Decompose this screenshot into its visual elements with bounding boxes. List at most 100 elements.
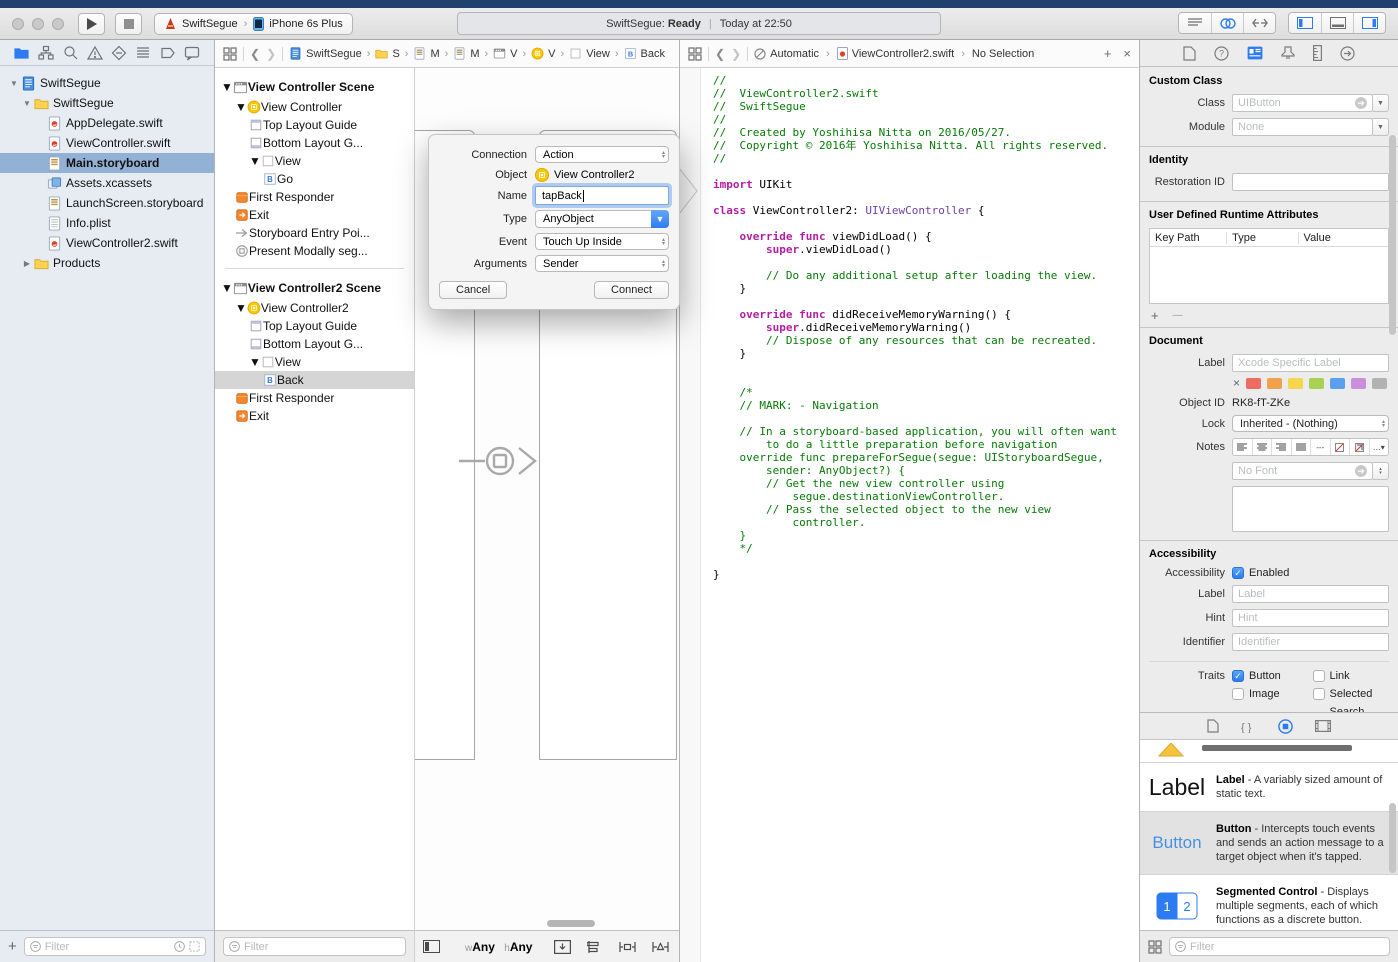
symbol-navigator-tab-icon[interactable] xyxy=(38,45,54,61)
align-left-button[interactable] xyxy=(1233,439,1252,455)
outline-row-view-controller2[interactable]: ▼View Controller2 xyxy=(215,299,414,317)
standard-editor-button[interactable] xyxy=(1179,13,1211,33)
color-swatch[interactable] xyxy=(1267,378,1282,389)
embed-in-stack-icon[interactable] xyxy=(554,940,571,954)
recent-files-icon[interactable] xyxy=(174,941,185,952)
module-dropdown-button[interactable]: ▼ xyxy=(1373,118,1389,136)
disclosure-triangle-icon[interactable]: ▼ xyxy=(221,80,233,94)
back-button[interactable]: ❮ xyxy=(250,47,260,61)
a11y-label-field[interactable]: Label xyxy=(1232,585,1389,603)
align-icon[interactable] xyxy=(587,940,603,954)
checkbox[interactable] xyxy=(1313,688,1325,700)
udra-remove-button[interactable]: — xyxy=(1173,310,1183,321)
pin-icon[interactable] xyxy=(619,940,636,954)
breadcrumb-item[interactable]: SwiftSegue xyxy=(289,47,362,60)
a11y-hint-field[interactable]: Hint xyxy=(1232,609,1389,627)
outline-row-bottom-layout-g-[interactable]: Bottom Layout G... xyxy=(215,134,414,152)
view-as-icon[interactable] xyxy=(423,940,440,953)
checkbox[interactable] xyxy=(1232,688,1244,700)
toggle-navigator-button[interactable] xyxy=(1289,13,1321,33)
breadcrumb-item[interactable]: View xyxy=(569,47,610,60)
size-inspector-tab-icon[interactable] xyxy=(1313,45,1322,61)
file-row-main-storyboard[interactable]: Main.storyboard xyxy=(0,153,214,173)
file-row-launchscreen-storyboard[interactable]: LaunchScreen.storyboard xyxy=(0,193,214,213)
file-row-assets-xcassets[interactable]: Assets.xcassets xyxy=(0,173,214,193)
report-navigator-tab-icon[interactable] xyxy=(184,45,200,61)
breadcrumb-item[interactable]: V xyxy=(493,47,517,60)
segue-arrow-icon[interactable] xyxy=(459,446,541,476)
checkbox[interactable] xyxy=(1313,670,1325,682)
accessibility-enabled-checkbox[interactable]: ✓ xyxy=(1232,567,1244,579)
version-editor-button[interactable] xyxy=(1243,13,1275,33)
color-swatch[interactable] xyxy=(1372,378,1387,389)
file-row-viewcontroller2-swift[interactable]: ViewController2.swift xyxy=(0,233,214,253)
breadcrumb-selection[interactable]: No Selection xyxy=(972,48,1034,60)
udra-table[interactable]: Key PathTypeValue xyxy=(1149,228,1389,304)
more-formats-button[interactable]: …▾ xyxy=(1369,439,1389,455)
spacing-button[interactable]: --- xyxy=(1310,439,1330,455)
library-scrollbar[interactable] xyxy=(1389,803,1396,873)
library-filter-field[interactable]: Filter xyxy=(1169,937,1390,956)
add-file-button[interactable]: + xyxy=(8,938,17,955)
zoom-window-button[interactable] xyxy=(52,18,64,30)
disclosure-triangle-icon[interactable]: ▼ xyxy=(249,355,261,369)
add-assistant-button[interactable]: + xyxy=(1104,46,1112,61)
module-field[interactable]: None xyxy=(1232,118,1373,136)
color-swatch[interactable] xyxy=(1309,378,1324,389)
outline-row-view[interactable]: ▼View xyxy=(215,353,414,371)
related-items-icon[interactable] xyxy=(223,47,237,61)
project-navigator-tab-icon[interactable] xyxy=(14,45,30,61)
quick-help-tab-icon[interactable]: ? xyxy=(1214,46,1229,61)
test-navigator-tab-icon[interactable] xyxy=(111,45,127,61)
color-swatch[interactable] xyxy=(1246,378,1261,389)
breadcrumb-item[interactable]: S xyxy=(375,47,399,60)
inspector-scrollbar[interactable] xyxy=(1389,135,1396,335)
file-inspector-tab-icon[interactable] xyxy=(1183,46,1196,61)
forward-button[interactable]: ❯ xyxy=(731,47,741,61)
type-combo[interactable]: AnyObject ▼ xyxy=(535,210,669,228)
color-swatch[interactable] xyxy=(1288,378,1303,389)
attributes-inspector-tab-icon[interactable] xyxy=(1281,46,1295,61)
outline-filter-field[interactable]: Filter xyxy=(223,937,406,956)
clear-color-button[interactable]: × xyxy=(1233,376,1240,390)
file-row-products[interactable]: ▶Products xyxy=(0,253,214,273)
outline-row-present-modally-seg-[interactable]: Present Modally seg... xyxy=(215,242,414,260)
horizontal-scrollbar[interactable] xyxy=(547,920,595,927)
file-template-library-tab-icon[interactable] xyxy=(1207,719,1219,733)
connect-button[interactable]: Connect xyxy=(594,281,669,299)
outline-row-back[interactable]: BBack xyxy=(215,371,414,389)
notes-text-area[interactable] xyxy=(1232,486,1389,532)
outline-row-top-layout-guide[interactable]: Top Layout Guide xyxy=(215,317,414,335)
library-item-button[interactable]: ButtonButton - Intercepts touch events a… xyxy=(1140,812,1398,875)
navigator-filter-field[interactable]: Filter xyxy=(24,937,206,956)
library-item-segmented-control[interactable]: 12Segmented Control - Displays multiple … xyxy=(1140,875,1398,930)
minimize-window-button[interactable] xyxy=(32,18,44,30)
back-button[interactable]: ❮ xyxy=(715,47,725,61)
disclosure-triangle-icon[interactable]: ▶ xyxy=(21,259,33,268)
outline-row-first-responder[interactable]: First Responder xyxy=(215,389,414,407)
library-item-partial[interactable] xyxy=(1140,741,1398,763)
outline-row-storyboard-entry-poi-[interactable]: Storyboard Entry Poi... xyxy=(215,224,414,242)
run-button[interactable] xyxy=(78,13,105,35)
find-navigator-tab-icon[interactable] xyxy=(63,45,79,61)
resolve-issues-icon[interactable] xyxy=(652,940,669,954)
toggle-inspector-button[interactable] xyxy=(1353,13,1385,33)
scheme-selector[interactable]: SwiftSegue › iPhone 6s Plus xyxy=(154,13,353,35)
disclosure-triangle-icon[interactable]: ▼ xyxy=(21,99,33,108)
breadcrumb-context[interactable]: Automatic xyxy=(754,48,819,60)
outline-row-view-controller2-scene[interactable]: ▼View Controller2 Scene xyxy=(215,277,414,299)
name-input[interactable]: tapBack xyxy=(535,186,669,205)
outline-row-first-responder[interactable]: First Responder xyxy=(215,188,414,206)
connections-inspector-tab-icon[interactable] xyxy=(1340,46,1355,61)
outline-row-top-layout-guide[interactable]: Top Layout Guide xyxy=(215,116,414,134)
debug-navigator-tab-icon[interactable] xyxy=(135,45,151,61)
toggle-debug-button[interactable] xyxy=(1321,13,1353,33)
breadcrumb-item[interactable]: BBack xyxy=(624,47,665,60)
assistant-editor-button[interactable] xyxy=(1211,13,1243,33)
font-stepper[interactable]: ▴▾ xyxy=(1373,462,1389,480)
breadcrumb-file[interactable]: ViewController2.swift xyxy=(837,47,955,60)
checkbox[interactable]: ✓ xyxy=(1232,670,1244,682)
file-row-swiftsegue[interactable]: ▼SwiftSegue xyxy=(0,93,214,113)
code-snippet-library-tab-icon[interactable]: { } xyxy=(1241,720,1256,733)
font-field[interactable]: No Font ➔ xyxy=(1232,462,1373,480)
